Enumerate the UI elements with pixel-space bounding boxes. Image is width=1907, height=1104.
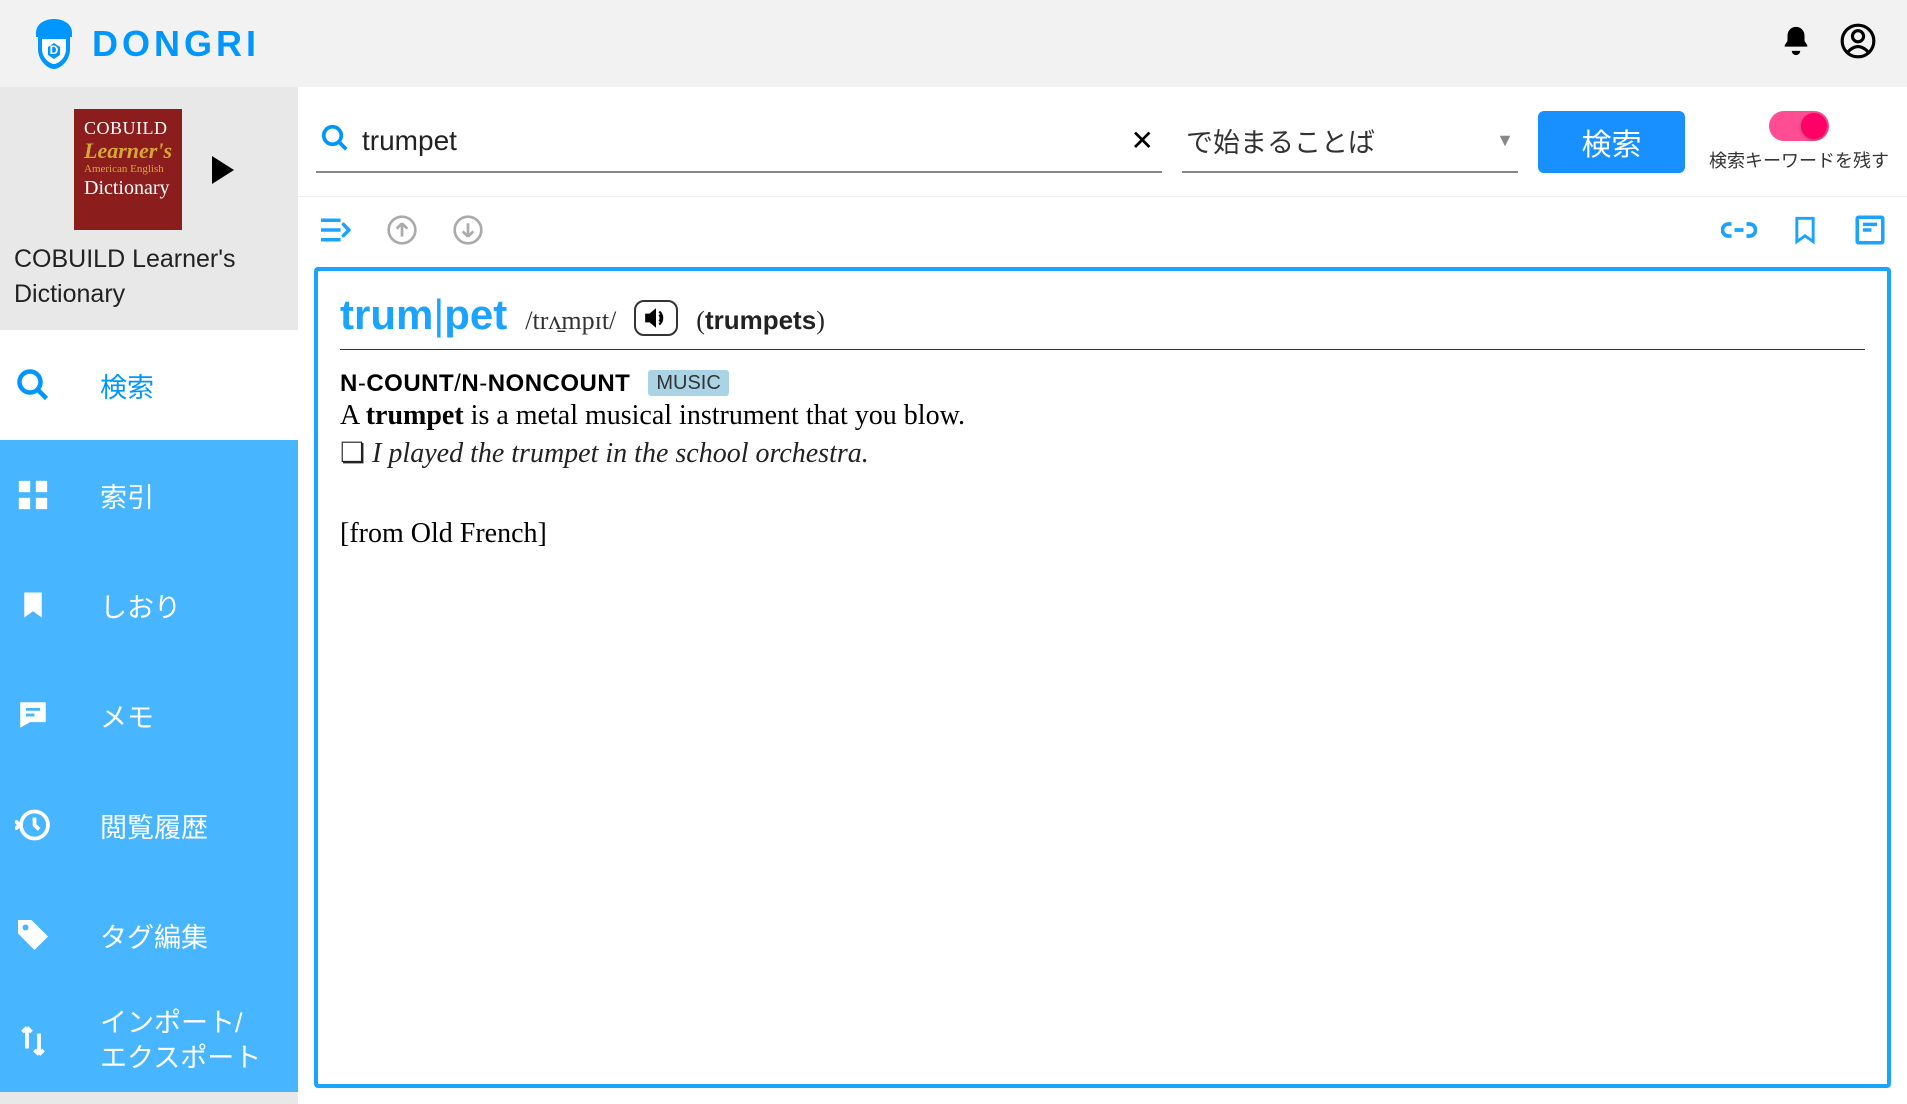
definition: A trumpet is a metal musical instrument … <box>340 400 1865 432</box>
history-icon <box>14 807 52 843</box>
dictionary-cover[interactable]: COBUILD Learner's American English Dicti… <box>74 109 182 230</box>
collapse-panel-icon[interactable] <box>318 216 352 249</box>
audio-button[interactable] <box>634 300 678 336</box>
sidebar-item-label: 索引 <box>100 476 154 515</box>
acorn-icon: D <box>30 17 78 71</box>
headword-line: trum|pet /trʌ̱mpɪt/ (trumpets) <box>340 291 1865 350</box>
entry-body: N-count/N-noncount MUSIC A trumpet is a … <box>340 370 1865 550</box>
keep-keyword-label: 検索キーワードを残す <box>1709 147 1889 173</box>
dictionary-header: COBUILD Learner's American English Dicti… <box>0 87 298 330</box>
app-header: D DONGRI <box>0 0 1907 87</box>
sidebar-item-label: インポート/ エクスポート <box>100 1006 261 1076</box>
main-content: ✕ で始まることば ▼ 検索 検索キーワードを残す <box>298 87 1907 1104</box>
clear-icon[interactable]: ✕ <box>1123 124 1162 157</box>
logo[interactable]: D DONGRI <box>30 17 260 71</box>
grid-icon <box>14 478 52 512</box>
play-icon[interactable] <box>212 156 234 184</box>
sidebar-item-memo[interactable]: メモ <box>0 660 298 770</box>
arrow-down-circle-icon[interactable] <box>452 214 484 251</box>
sidebar-item-import-export[interactable]: インポート/ エクスポート <box>0 990 298 1092</box>
chevron-down-icon: ▼ <box>1496 130 1514 151</box>
entry-toolbar <box>298 197 1907 267</box>
etymology: [from Old French] <box>340 518 1865 550</box>
entry-panel: trum|pet /trʌ̱mpɪt/ (trumpets) N-count/N… <box>314 267 1891 1088</box>
note-icon <box>14 698 52 732</box>
search-icon <box>320 123 350 158</box>
link-icon[interactable] <box>1721 212 1757 253</box>
dictionary-name: COBUILD Learner's Dictionary <box>14 242 284 312</box>
brand-name: DONGRI <box>92 23 260 65</box>
bookmark-icon[interactable] <box>1791 213 1819 252</box>
sidebar-item-search[interactable]: 検索 <box>0 330 298 440</box>
search-bar: ✕ で始まることば ▼ 検索 検索キーワードを残す <box>298 87 1907 197</box>
svg-text:D: D <box>50 43 59 57</box>
sidebar-item-label: 検索 <box>100 366 154 405</box>
word-forms: (trumpets) <box>696 305 825 336</box>
swap-icon <box>14 1023 52 1059</box>
bell-icon[interactable] <box>1779 24 1813 63</box>
sidebar-item-index[interactable]: 索引 <box>0 440 298 550</box>
domain-tag: MUSIC <box>648 370 728 396</box>
sidebar-item-label: 閲覧履歴 <box>100 806 208 845</box>
headword: trum|pet <box>340 291 507 339</box>
sidebar-item-history[interactable]: 閲覧履歴 <box>0 770 298 880</box>
tag-icon <box>14 917 52 953</box>
bookmark-icon <box>14 587 52 623</box>
search-input[interactable] <box>362 125 1111 157</box>
sidebar-item-label: しおり <box>100 586 181 625</box>
sidebar-item-label: タグ編集 <box>100 916 208 955</box>
search-button[interactable]: 検索 <box>1538 111 1685 173</box>
sidebar-item-bookmarks[interactable]: しおり <box>0 550 298 660</box>
match-mode-label: で始まることば <box>1186 121 1375 160</box>
search-icon <box>14 367 52 403</box>
sidebar-item-tags[interactable]: タグ編集 <box>0 880 298 990</box>
arrow-up-circle-icon[interactable] <box>386 214 418 251</box>
pronunciation: /trʌ̱mpɪt/ <box>525 306 616 336</box>
account-icon[interactable] <box>1839 22 1877 65</box>
example-sentence: I played the trumpet in the school orche… <box>340 436 1865 470</box>
sidebar-item-label: メモ <box>100 696 154 735</box>
memo-icon[interactable] <box>1853 213 1887 252</box>
keep-keyword-toggle[interactable] <box>1769 111 1829 141</box>
match-mode-select[interactable]: で始まることば ▼ <box>1182 111 1518 173</box>
search-input-wrap: ✕ <box>316 111 1162 173</box>
part-of-speech: N-count/N-noncount <box>340 370 630 398</box>
sidebar: COBUILD Learner's American English Dicti… <box>0 87 298 1104</box>
